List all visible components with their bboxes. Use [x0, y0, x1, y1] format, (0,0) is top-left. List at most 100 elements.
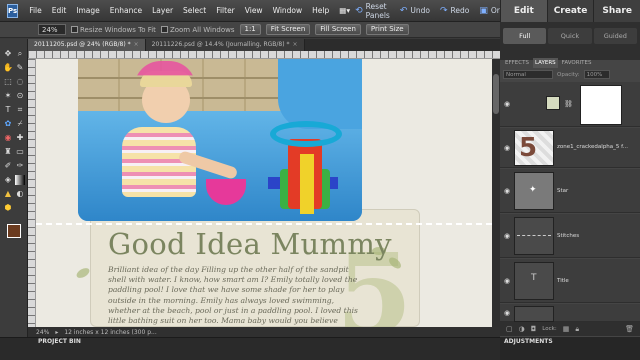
- document-canvas[interactable]: 5 Good Idea Mummy Brilliant idea of the …: [36, 59, 492, 327]
- layer-thumbnail: [514, 217, 554, 255]
- trash-icon[interactable]: 🗑︎: [625, 325, 640, 333]
- menu-help[interactable]: Help: [307, 6, 334, 15]
- tab-share[interactable]: Share: [593, 0, 640, 22]
- scrollbar-thumb[interactable]: [493, 74, 499, 114]
- eye-icon[interactable]: ◉: [504, 188, 512, 195]
- smart-brush-icon[interactable]: ✑: [15, 161, 25, 171]
- layer-row[interactable]: ◉ 5 zone1_crackedalpha_5 f...: [500, 128, 640, 168]
- menu-layer[interactable]: Layer: [147, 6, 178, 15]
- menu-enhance[interactable]: Enhance: [105, 6, 147, 15]
- lasso-tool-icon[interactable]: ◌: [15, 77, 25, 87]
- reset-icon: ⟲: [355, 5, 363, 16]
- stitch-preview: [517, 235, 551, 236]
- menu-view[interactable]: View: [240, 6, 268, 15]
- photo-pool-rim: [278, 59, 362, 129]
- mask-icon[interactable]: ◘: [531, 325, 537, 333]
- menu-file[interactable]: File: [24, 6, 47, 15]
- move-tool-icon[interactable]: ✥: [3, 49, 13, 59]
- zoom-field[interactable]: 24%: [38, 24, 66, 35]
- adjustment-layer-icon[interactable]: ◑: [519, 325, 525, 333]
- opacity-field[interactable]: 100%: [583, 70, 610, 79]
- menu-window[interactable]: Window: [268, 6, 308, 15]
- fit-screen-button[interactable]: Fit Screen: [265, 24, 311, 35]
- subtab-quick[interactable]: Quick: [548, 28, 592, 44]
- project-bin-title[interactable]: PROJECT BIN: [38, 338, 81, 345]
- adjustments-title[interactable]: ADJUSTMENTS: [504, 338, 553, 345]
- link-icon: ⛓: [564, 100, 573, 108]
- hand-tool-icon[interactable]: ✋: [3, 63, 13, 73]
- layer-thumbnail: ✦: [514, 172, 554, 210]
- document-tab[interactable]: 20111205.psd @ 24% (RGB/8) * ×: [28, 39, 146, 51]
- eyedropper-tool-icon[interactable]: ✎: [15, 63, 25, 73]
- subtab-full[interactable]: Full: [503, 28, 547, 44]
- zoom-tool-icon[interactable]: ⌕: [15, 49, 25, 59]
- eye-icon[interactable]: ◉: [504, 233, 512, 240]
- brush-tool-icon[interactable]: ✐: [3, 161, 13, 171]
- redo-button[interactable]: ↷ Redo: [440, 6, 469, 16]
- eye-icon[interactable]: ◉: [504, 310, 512, 317]
- layer-row[interactable]: ◉: [500, 304, 640, 322]
- actual-pixels-button[interactable]: 1:1: [239, 24, 261, 35]
- foreground-color-swatch[interactable]: [7, 224, 21, 238]
- subtab-guided[interactable]: Guided: [593, 28, 637, 44]
- red-eye-icon[interactable]: ◉: [3, 133, 13, 143]
- menu-filter[interactable]: Filter: [211, 6, 240, 15]
- clone-stamp-icon[interactable]: ♜: [3, 147, 13, 157]
- undo-button[interactable]: ↶ Undo: [400, 6, 430, 16]
- eye-icon[interactable]: ◉: [504, 101, 512, 108]
- healing-brush-icon[interactable]: ✚: [15, 133, 25, 143]
- fill-screen-button[interactable]: Fill Screen: [315, 24, 361, 35]
- sponge-tool-icon[interactable]: ⬢: [3, 203, 13, 213]
- undo-label: Undo: [410, 6, 430, 15]
- journal-text: Brilliant idea of the day Filling up the…: [108, 265, 358, 326]
- type-tool-icon[interactable]: T: [3, 105, 13, 115]
- cookie-cutter-icon[interactable]: ✿: [3, 119, 13, 129]
- menu-image[interactable]: Image: [71, 6, 105, 15]
- close-icon[interactable]: ×: [293, 39, 298, 51]
- tab-favorites[interactable]: FAVORITES: [560, 58, 594, 68]
- reset-panels-button[interactable]: ⟲ Reset Panels: [355, 2, 390, 20]
- selection-brush-icon[interactable]: ⊙: [15, 91, 25, 101]
- layer-name: zone1_crackedalpha_5 f...: [557, 144, 628, 150]
- zoom-all-checkbox[interactable]: Zoom All Windows: [160, 26, 235, 34]
- resize-windows-checkbox[interactable]: Resize Windows To Fit: [71, 26, 156, 34]
- status-arrow-icon[interactable]: ▸: [55, 329, 58, 336]
- tab-effects[interactable]: EFFECTS: [503, 58, 531, 68]
- options-bar: 24% Resize Windows To Fit Zoom All Windo…: [0, 22, 500, 38]
- document-tab[interactable]: 20111226.psd @ 14.4% (Journalling, RGB/8…: [145, 39, 305, 51]
- tab-edit[interactable]: Edit: [500, 0, 547, 22]
- magic-wand-icon[interactable]: ✶: [3, 91, 13, 101]
- layer-row[interactable]: ◉ ⛓: [500, 82, 640, 127]
- menu-select[interactable]: Select: [178, 6, 211, 15]
- eye-icon[interactable]: ◉: [504, 145, 512, 152]
- layer-row[interactable]: ◉ ✦ Star: [500, 169, 640, 213]
- crop-tool-icon[interactable]: ⌗: [15, 105, 25, 115]
- lock-transparency-icon[interactable]: ▦: [563, 325, 570, 333]
- mode-panel: Edit Create Share Full Quick Guided: [500, 0, 640, 60]
- reset-panels-label: Reset Panels: [365, 1, 390, 20]
- straighten-tool-icon[interactable]: ⌿: [15, 119, 25, 129]
- eye-icon[interactable]: ◉: [504, 278, 512, 285]
- shape-tool-icon[interactable]: ▲: [3, 189, 13, 199]
- paint-bucket-icon[interactable]: ◈: [3, 175, 13, 185]
- close-icon[interactable]: ×: [134, 39, 139, 51]
- new-layer-icon[interactable]: ▢: [506, 325, 513, 333]
- gradient-tool-icon[interactable]: [15, 175, 25, 185]
- layer-name: Stitches: [557, 233, 580, 239]
- print-size-button[interactable]: Print Size: [365, 24, 409, 35]
- blend-mode-select[interactable]: Normal: [503, 70, 553, 79]
- lock-icon[interactable]: 🔒︎: [575, 325, 579, 334]
- tab-create[interactable]: Create: [546, 0, 594, 22]
- blur-tool-icon[interactable]: ◐: [15, 189, 25, 199]
- arrange-icon[interactable]: ▦▾: [334, 6, 355, 15]
- document-tab-label: 20111226.psd @ 14.4% (Journalling, RGB/8…: [151, 41, 290, 48]
- tab-layers[interactable]: LAYERS: [532, 58, 558, 68]
- photo: [78, 59, 362, 221]
- eraser-tool-icon[interactable]: ▭: [15, 147, 25, 157]
- layer-row[interactable]: ◉ Stitches: [500, 214, 640, 258]
- leaf-decoration: [74, 266, 92, 280]
- menu-edit[interactable]: Edit: [47, 6, 72, 15]
- marquee-tool-icon[interactable]: ⬚: [3, 77, 13, 87]
- layer-name: Star: [557, 188, 569, 194]
- layer-row[interactable]: ◉ T Title: [500, 259, 640, 303]
